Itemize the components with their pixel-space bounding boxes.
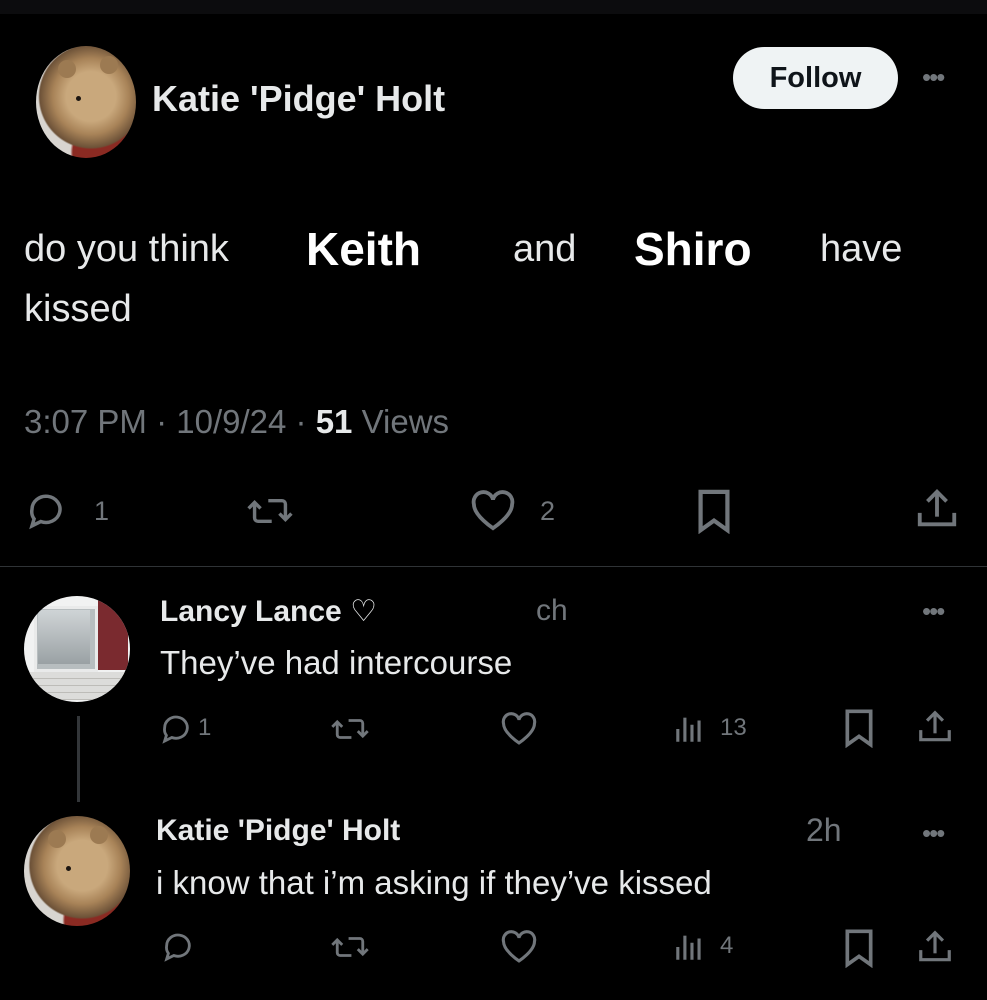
tweet-name-shiro: Shiro [634,223,752,275]
post-time: 3:07 PM [24,403,147,440]
author-name[interactable]: Katie 'Pidge' Holt [152,78,445,120]
views-count: 4 [720,932,734,959]
post-date: 10/9/24 [176,403,287,440]
meta-separator: · [295,403,316,440]
meta-separator: · [156,403,177,440]
divider [0,566,987,567]
reply-text: They’ve had intercourse [160,644,513,681]
more-dots-icon[interactable]: ••• [922,598,945,624]
post-meta: 3:07 PM · 10/9/24 · 51 Views [24,403,449,441]
reply-icon[interactable] [158,712,194,746]
bookmark-icon[interactable] [842,928,876,968]
views-icon[interactable] [672,930,706,964]
repost-icon[interactable] [330,930,370,964]
views-label[interactable]: Views [362,403,449,440]
tweet-text-part2: and [513,228,577,270]
share-icon[interactable] [914,486,960,532]
bookmark-icon[interactable] [694,488,734,534]
reply-time: 2h [806,812,842,848]
reply-time: ch [536,594,568,627]
reply-text: i know that i’m asking if they’ve kissed [156,864,712,901]
top-bar [0,0,987,14]
reply-icon[interactable] [24,490,68,532]
reply-icon[interactable] [160,930,196,964]
repost-icon[interactable] [246,490,294,532]
reply-count: 1 [94,496,110,526]
like-icon[interactable] [500,930,538,964]
repost-icon[interactable] [330,712,370,746]
reply-avatar-lancy[interactable] [24,596,130,702]
like-icon[interactable] [500,712,538,746]
tweet-text-part3: have [820,228,903,270]
more-dots-icon[interactable]: ••• [922,64,945,90]
views-icon[interactable] [672,712,706,746]
tweet-text-part1: do you think [24,228,229,270]
like-count: 2 [540,496,556,526]
reply-author-name[interactable]: Katie 'Pidge' Holt [156,814,400,848]
share-icon[interactable] [916,928,954,966]
share-icon[interactable] [916,708,954,746]
reply-author-name[interactable]: Lancy Lance ♡ [160,594,377,629]
author-avatar[interactable] [36,46,136,158]
follow-button[interactable]: Follow [733,47,898,109]
bookmark-icon[interactable] [842,708,876,748]
thread-line [77,716,80,802]
more-dots-icon[interactable]: ••• [922,820,945,846]
views-count: 13 [720,714,747,741]
views-count[interactable]: 51 [316,403,353,440]
tweet-text-part4: kissed [24,288,132,330]
like-icon[interactable] [470,490,516,532]
reply-count: 1 [198,714,212,741]
tweet-name-keith: Keith [306,223,421,275]
reply-avatar-katie[interactable] [24,816,130,926]
